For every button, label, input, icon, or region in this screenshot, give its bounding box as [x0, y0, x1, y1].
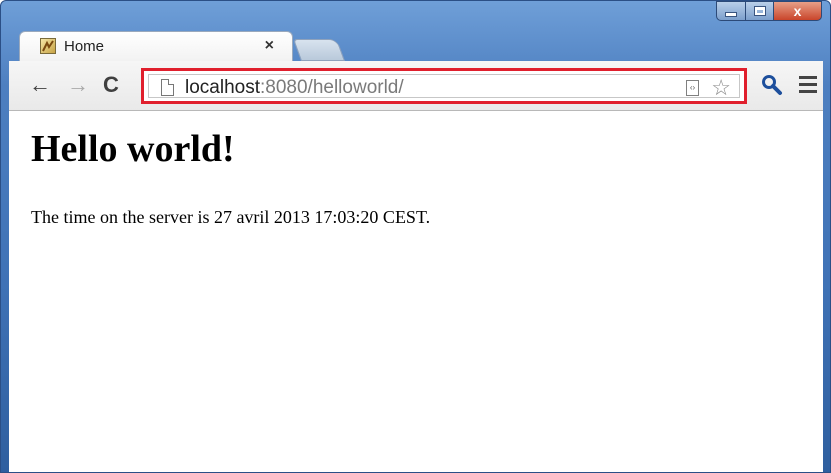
page-content: Hello world! The time on the server is 2… [9, 111, 823, 472]
browser-window: x Home × ← → C localhost:8080/helloworld… [0, 0, 831, 473]
search-icon[interactable] [761, 74, 783, 96]
favicon-icon [40, 38, 56, 54]
minimize-icon [725, 11, 737, 17]
url-host: localhost [185, 77, 260, 98]
minimize-button[interactable] [716, 1, 746, 21]
tab-close-icon[interactable]: × [265, 37, 274, 55]
page-icon [161, 79, 174, 96]
back-button[interactable]: ← [29, 73, 51, 97]
title-bar [1, 1, 830, 35]
close-window-icon: x [793, 3, 802, 19]
menu-icon[interactable] [799, 76, 817, 97]
maximize-icon [753, 6, 766, 16]
maximize-button[interactable] [746, 1, 774, 21]
page-heading: Hello world! [31, 128, 235, 170]
window-controls: x [716, 1, 822, 23]
new-tab-button[interactable] [292, 39, 346, 61]
reload-button[interactable]: C [103, 73, 119, 97]
address-bar[interactable]: localhost:8080/helloworld/ ‹› ☆ [148, 74, 740, 101]
page-source-icon[interactable]: ‹› [686, 80, 699, 96]
close-window-button[interactable]: x [774, 1, 822, 21]
tab-title: Home [64, 38, 105, 55]
navigation-toolbar: ← → C localhost:8080/helloworld/ ‹› ☆ [9, 61, 823, 111]
bookmark-star-icon[interactable]: ☆ [711, 75, 731, 101]
url-path: :8080/helloworld/ [260, 77, 404, 98]
address-bar-highlight: localhost:8080/helloworld/ ‹› ☆ [141, 68, 747, 104]
forward-button[interactable]: → [67, 73, 89, 97]
tab-home[interactable]: Home × [19, 31, 293, 61]
url-text[interactable]: localhost:8080/helloworld/ [185, 77, 404, 99]
server-time-text: The time on the server is 27 avril 2013 … [31, 207, 431, 227]
